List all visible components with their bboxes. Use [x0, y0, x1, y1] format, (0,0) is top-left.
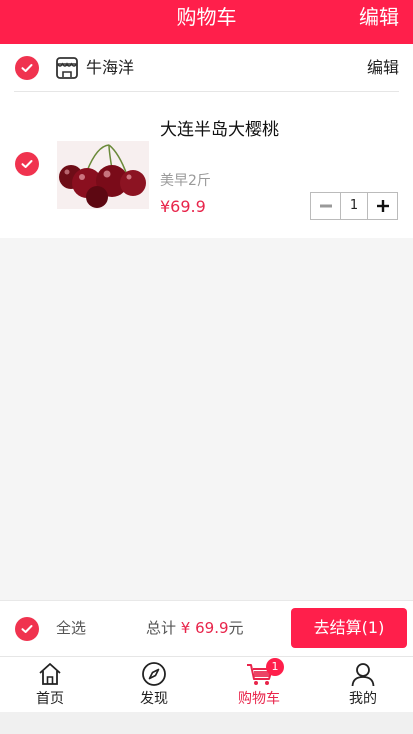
checkmark-icon	[21, 625, 33, 633]
total-amount: ¥ 69.9	[180, 619, 229, 637]
decrease-button[interactable]	[311, 193, 340, 219]
quantity-value[interactable]: 1	[340, 193, 368, 219]
checkmark-icon	[21, 160, 33, 168]
user-icon	[351, 663, 375, 687]
total-label: 总计	[146, 619, 177, 637]
compass-icon	[142, 662, 166, 686]
select-all-checkbox[interactable]	[15, 617, 39, 641]
product-spec: 美早2斤	[160, 173, 211, 189]
increase-button[interactable]	[368, 193, 397, 219]
tab-cart[interactable]: 1 购物车	[219, 657, 299, 713]
checkout-bar: 全选 总计 ¥ 69.9元 去结算(1)	[0, 600, 413, 656]
bottom-strip	[0, 712, 413, 734]
shop-checkbox[interactable]	[15, 56, 39, 80]
tab-discover[interactable]: 发现	[114, 657, 194, 713]
product-price: ¥69.9	[160, 197, 206, 216]
select-all-label[interactable]: 全选	[56, 618, 86, 638]
quantity-stepper: 1	[310, 192, 398, 220]
header-edit-button[interactable]: 编辑	[359, 4, 399, 30]
cart-shop-card: 牛海洋 编辑 大连半岛大樱桃 美早2斤 ¥69.9 1	[0, 44, 413, 238]
total-unit: 元	[228, 619, 244, 637]
checkmark-icon	[21, 64, 33, 72]
tab-label: 购物车	[238, 691, 280, 707]
item-checkbox[interactable]	[15, 152, 39, 176]
total-price: 总计 ¥ 69.9元	[146, 618, 244, 638]
tab-label: 首页	[36, 691, 64, 707]
tab-label: 发现	[140, 691, 168, 707]
tab-profile[interactable]: 我的	[323, 657, 403, 713]
tab-label: 我的	[349, 691, 377, 707]
shop-name[interactable]: 牛海洋	[86, 57, 134, 79]
shop-edit-button[interactable]: 编辑	[367, 57, 399, 79]
shop-row: 牛海洋 编辑	[0, 44, 413, 92]
product-image[interactable]	[57, 141, 149, 209]
cart-count-badge: 1	[266, 658, 284, 676]
store-icon	[55, 56, 79, 84]
divider	[14, 91, 399, 92]
page-title: 购物车	[176, 5, 237, 29]
checkout-button[interactable]: 去结算(1)	[291, 608, 407, 648]
home-icon	[39, 663, 61, 685]
cherries-image	[57, 141, 149, 209]
product-title[interactable]: 大连半岛大樱桃	[160, 118, 279, 142]
plus-icon	[376, 200, 389, 212]
top-nav-bar: 购物车 编辑	[0, 0, 413, 44]
tab-home[interactable]: 首页	[10, 657, 90, 713]
minus-icon	[319, 204, 332, 208]
bottom-tab-bar: 首页 发现 1 购物车 我的	[0, 656, 413, 712]
